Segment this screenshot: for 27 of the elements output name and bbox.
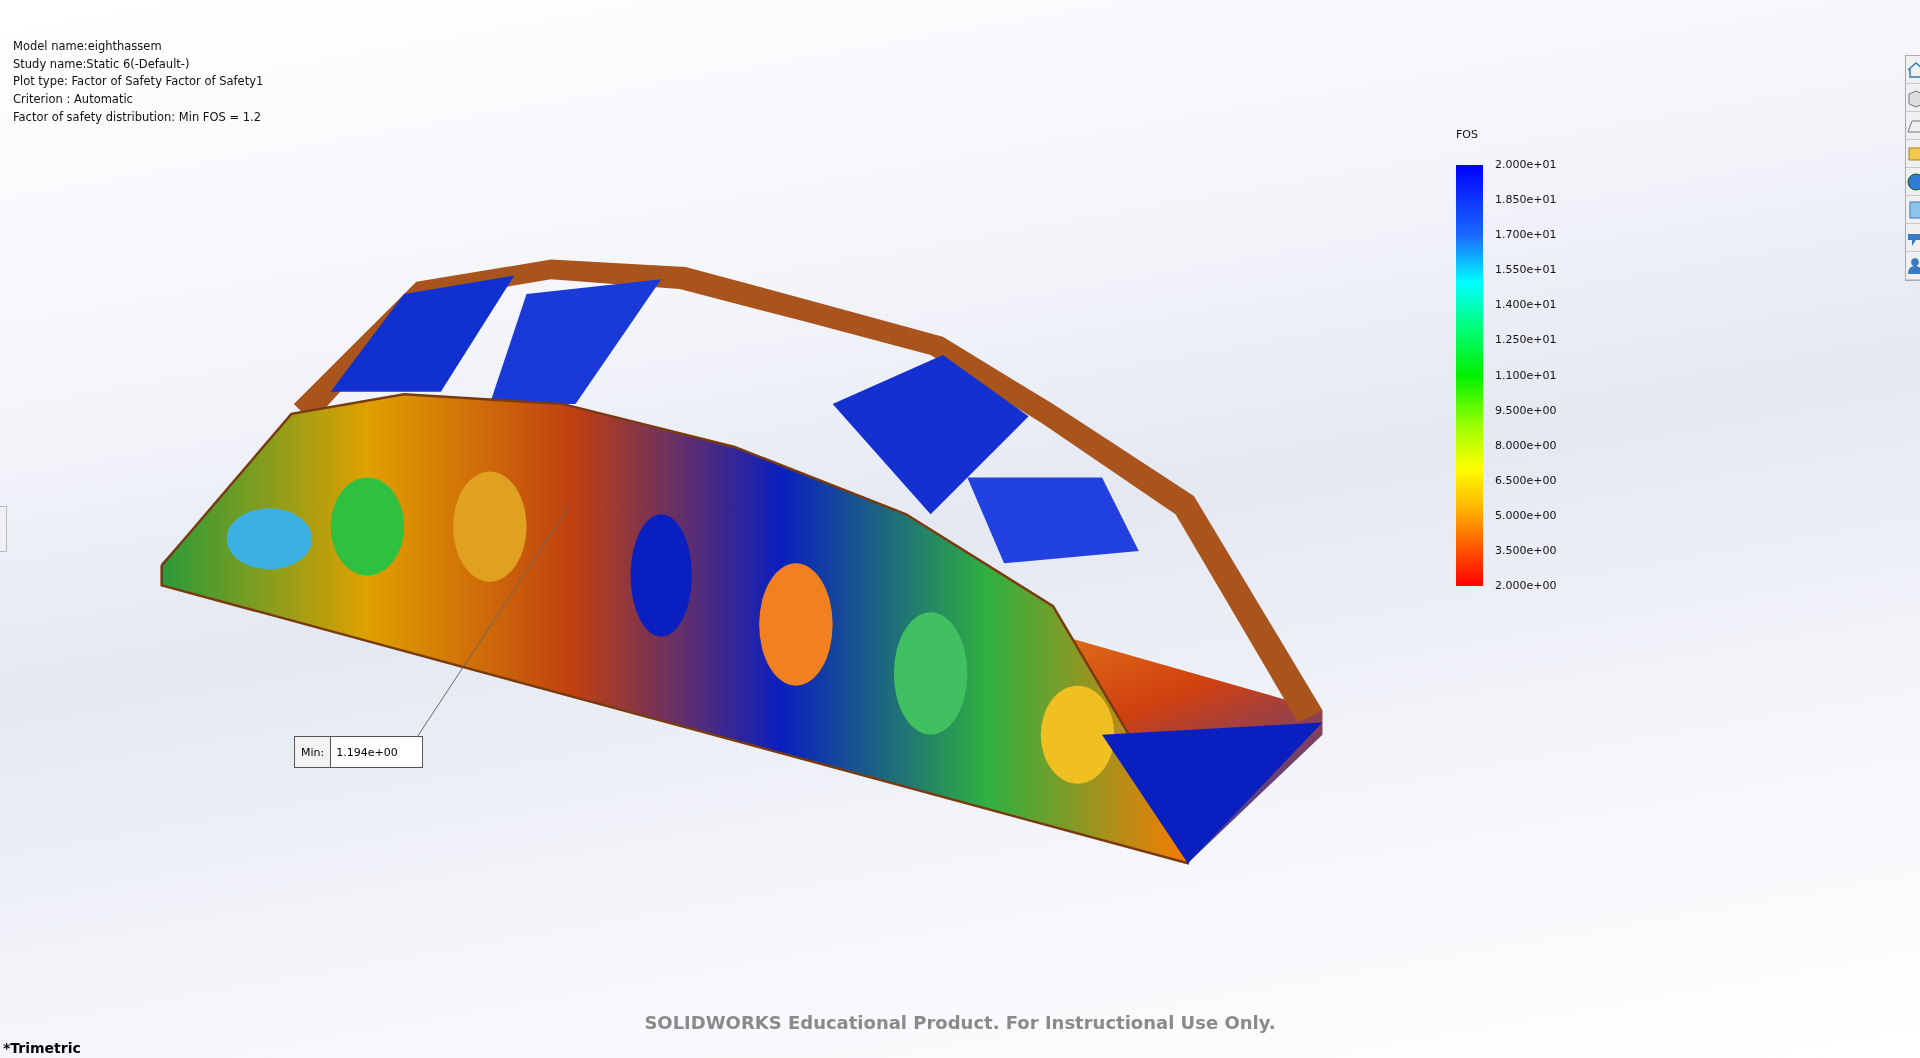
legend-title: FOS — [1456, 128, 1479, 141]
home-icon — [1906, 59, 1920, 80]
educational-notice: SOLIDWORKS Educational Product. For Instructional Use Only. — [644, 1012, 1276, 1033]
plot-info-text: Model name:eighthassem — [13, 38, 163, 55]
plot-info-text: Factor of safety distribution: Min FOS = 1.2 — [13, 108, 263, 126]
plot-info-text: Criterion : Automatic — [13, 91, 134, 109]
legend-value: 6.500e+00 — [1495, 473, 1557, 488]
legend-value: 1.100e+01 — [1495, 368, 1557, 383]
people-icon — [1906, 255, 1920, 276]
globe-icon — [1906, 171, 1920, 192]
legend-value: 9.500e+00 — [1495, 403, 1557, 418]
view-orientation-label: *Trimetric — [3, 1040, 81, 1056]
probe-value: 1.194e+00 — [335, 744, 399, 761]
side-panel-tab[interactable] — [0, 506, 7, 552]
plot-info-text: Study name:Static 6(-Default-) — [13, 55, 191, 73]
legend-value: 5.000e+00 — [1495, 508, 1557, 523]
legend-value: 1.550e+01 — [1495, 263, 1557, 278]
legend-value: 1.400e+01 — [1495, 298, 1557, 313]
legend-value: 1.250e+01 — [1495, 333, 1557, 348]
legend-value: 2.000e+01 — [1495, 158, 1557, 172]
legend-value: 3.500e+00 — [1495, 544, 1557, 559]
probe-label: Min: — [295, 737, 332, 767]
legend-value: 1.850e+01 — [1495, 193, 1557, 208]
legend-value: 2.000e+00 — [1495, 579, 1557, 594]
legend-value: 1.700e+01 — [1495, 228, 1557, 243]
legend-value: 8.000e+00 — [1495, 438, 1557, 453]
plot-info-text: Plot type: Factor of Safety Factor of Safety1 — [13, 73, 264, 91]
